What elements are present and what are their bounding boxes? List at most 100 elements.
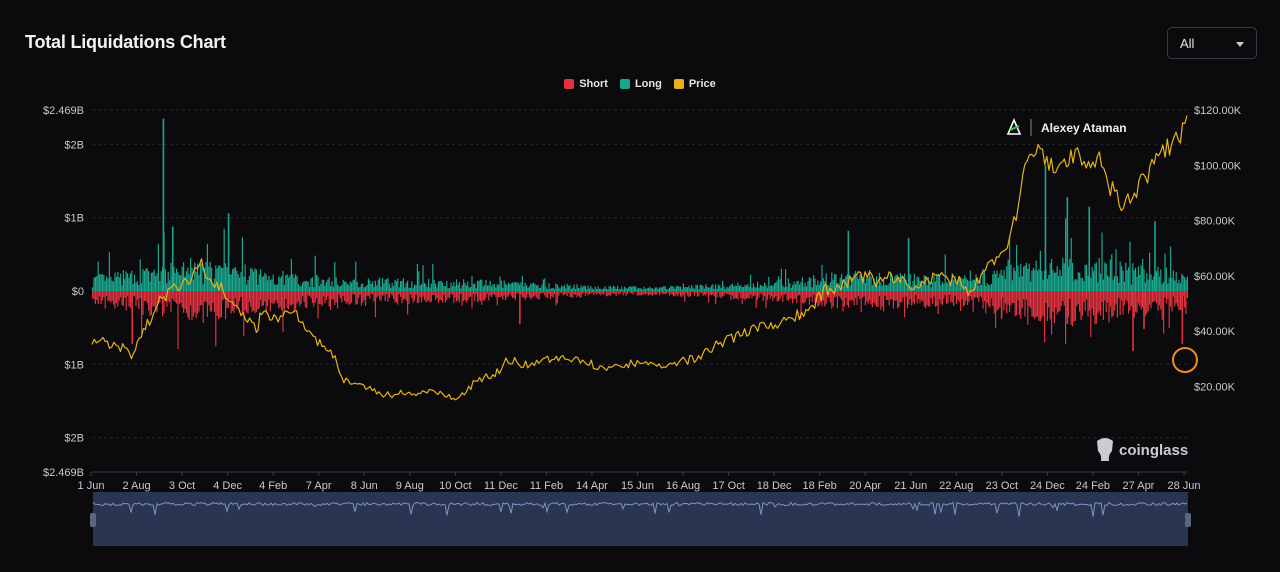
long-bar [1056,266,1058,291]
long-bar [1062,257,1064,291]
long-spike [162,118,165,291]
long-bar [535,285,537,291]
short-bar [103,291,105,298]
short-bar [904,291,906,318]
long-bar [572,287,574,291]
long-bar [591,288,593,291]
long-bar [159,280,161,291]
long-bar [701,285,703,291]
long-bar [514,281,516,291]
short-bar [740,291,742,298]
long-spike [907,238,910,291]
long-bar [946,282,948,291]
long-bar [766,287,768,291]
short-bar [429,291,431,303]
short-bar [446,291,448,301]
short-bar [1065,291,1067,344]
short-bar [948,291,950,295]
short-bar [279,291,281,307]
short-bar [965,291,967,301]
long-bar [351,282,353,291]
short-bar [477,291,479,303]
short-bar [925,291,927,309]
long-bar [433,279,435,291]
long-bar [381,278,383,291]
long-bar [440,281,442,291]
long-bar [474,283,476,291]
short-bar [537,291,539,300]
long-bar [642,289,644,291]
long-bar [100,274,102,291]
short-bar [275,291,277,301]
short-bar [891,291,893,300]
long-bar [374,280,376,291]
long-bar [306,280,308,291]
long-bar [894,276,896,291]
short-bar [727,291,729,295]
long-bar [580,285,582,291]
left-tick-label: $2.469B [43,467,84,479]
short-bar [436,291,438,299]
long-bar [530,283,532,291]
navigator-right-handle[interactable] [1185,513,1191,527]
short-spike [131,291,134,344]
short-bar [782,291,784,302]
long-bar [489,280,491,291]
short-bar [233,291,235,313]
short-bar [881,291,883,307]
short-bar [125,291,127,311]
long-bar [548,283,550,291]
long-bar [666,289,668,291]
short-bar [884,291,886,296]
long-bar [1060,275,1062,291]
short-bar [603,291,605,295]
long-bar [261,277,263,291]
long-bar [1010,264,1012,291]
short-bar [1039,291,1041,322]
long-bar [156,273,158,291]
long-bar [500,280,502,291]
short-bar [703,291,705,295]
long-bar [702,286,704,291]
navigator-left-handle[interactable] [90,513,96,527]
short-bar [1128,291,1130,314]
long-bar [1109,259,1111,291]
long-bar [1128,267,1130,291]
short-bar [342,291,344,297]
long-bar [878,272,880,291]
short-bar [111,291,113,301]
short-bar [941,291,943,306]
long-bar [285,275,287,291]
short-bar [432,291,434,296]
long-bar [388,283,390,291]
navigator[interactable] [90,492,1191,546]
short-bar [248,291,250,302]
short-bar [982,291,984,309]
long-bar [783,287,785,291]
short-bar [505,291,507,301]
short-bar [995,291,997,329]
long-bar [353,279,355,291]
short-bar [953,291,955,307]
long-bar [108,252,110,291]
long-bar [1017,265,1019,291]
short-bar [794,291,796,299]
long-bar [475,287,477,291]
short-bar [790,291,792,299]
short-bar [1074,291,1076,321]
long-bar [540,287,542,291]
long-bar [646,288,648,291]
short-bar [323,291,325,297]
long-bar [141,283,143,291]
long-bar [534,284,536,291]
short-bar [568,291,570,294]
short-bar [489,291,491,296]
long-bar [639,288,641,291]
short-bar [449,291,451,299]
short-bar [929,291,931,307]
long-bar [1073,280,1075,291]
coinglass-watermark: coinglass [1097,438,1188,461]
short-bar [1045,291,1047,303]
long-bar [796,281,798,291]
short-bar [391,291,393,296]
